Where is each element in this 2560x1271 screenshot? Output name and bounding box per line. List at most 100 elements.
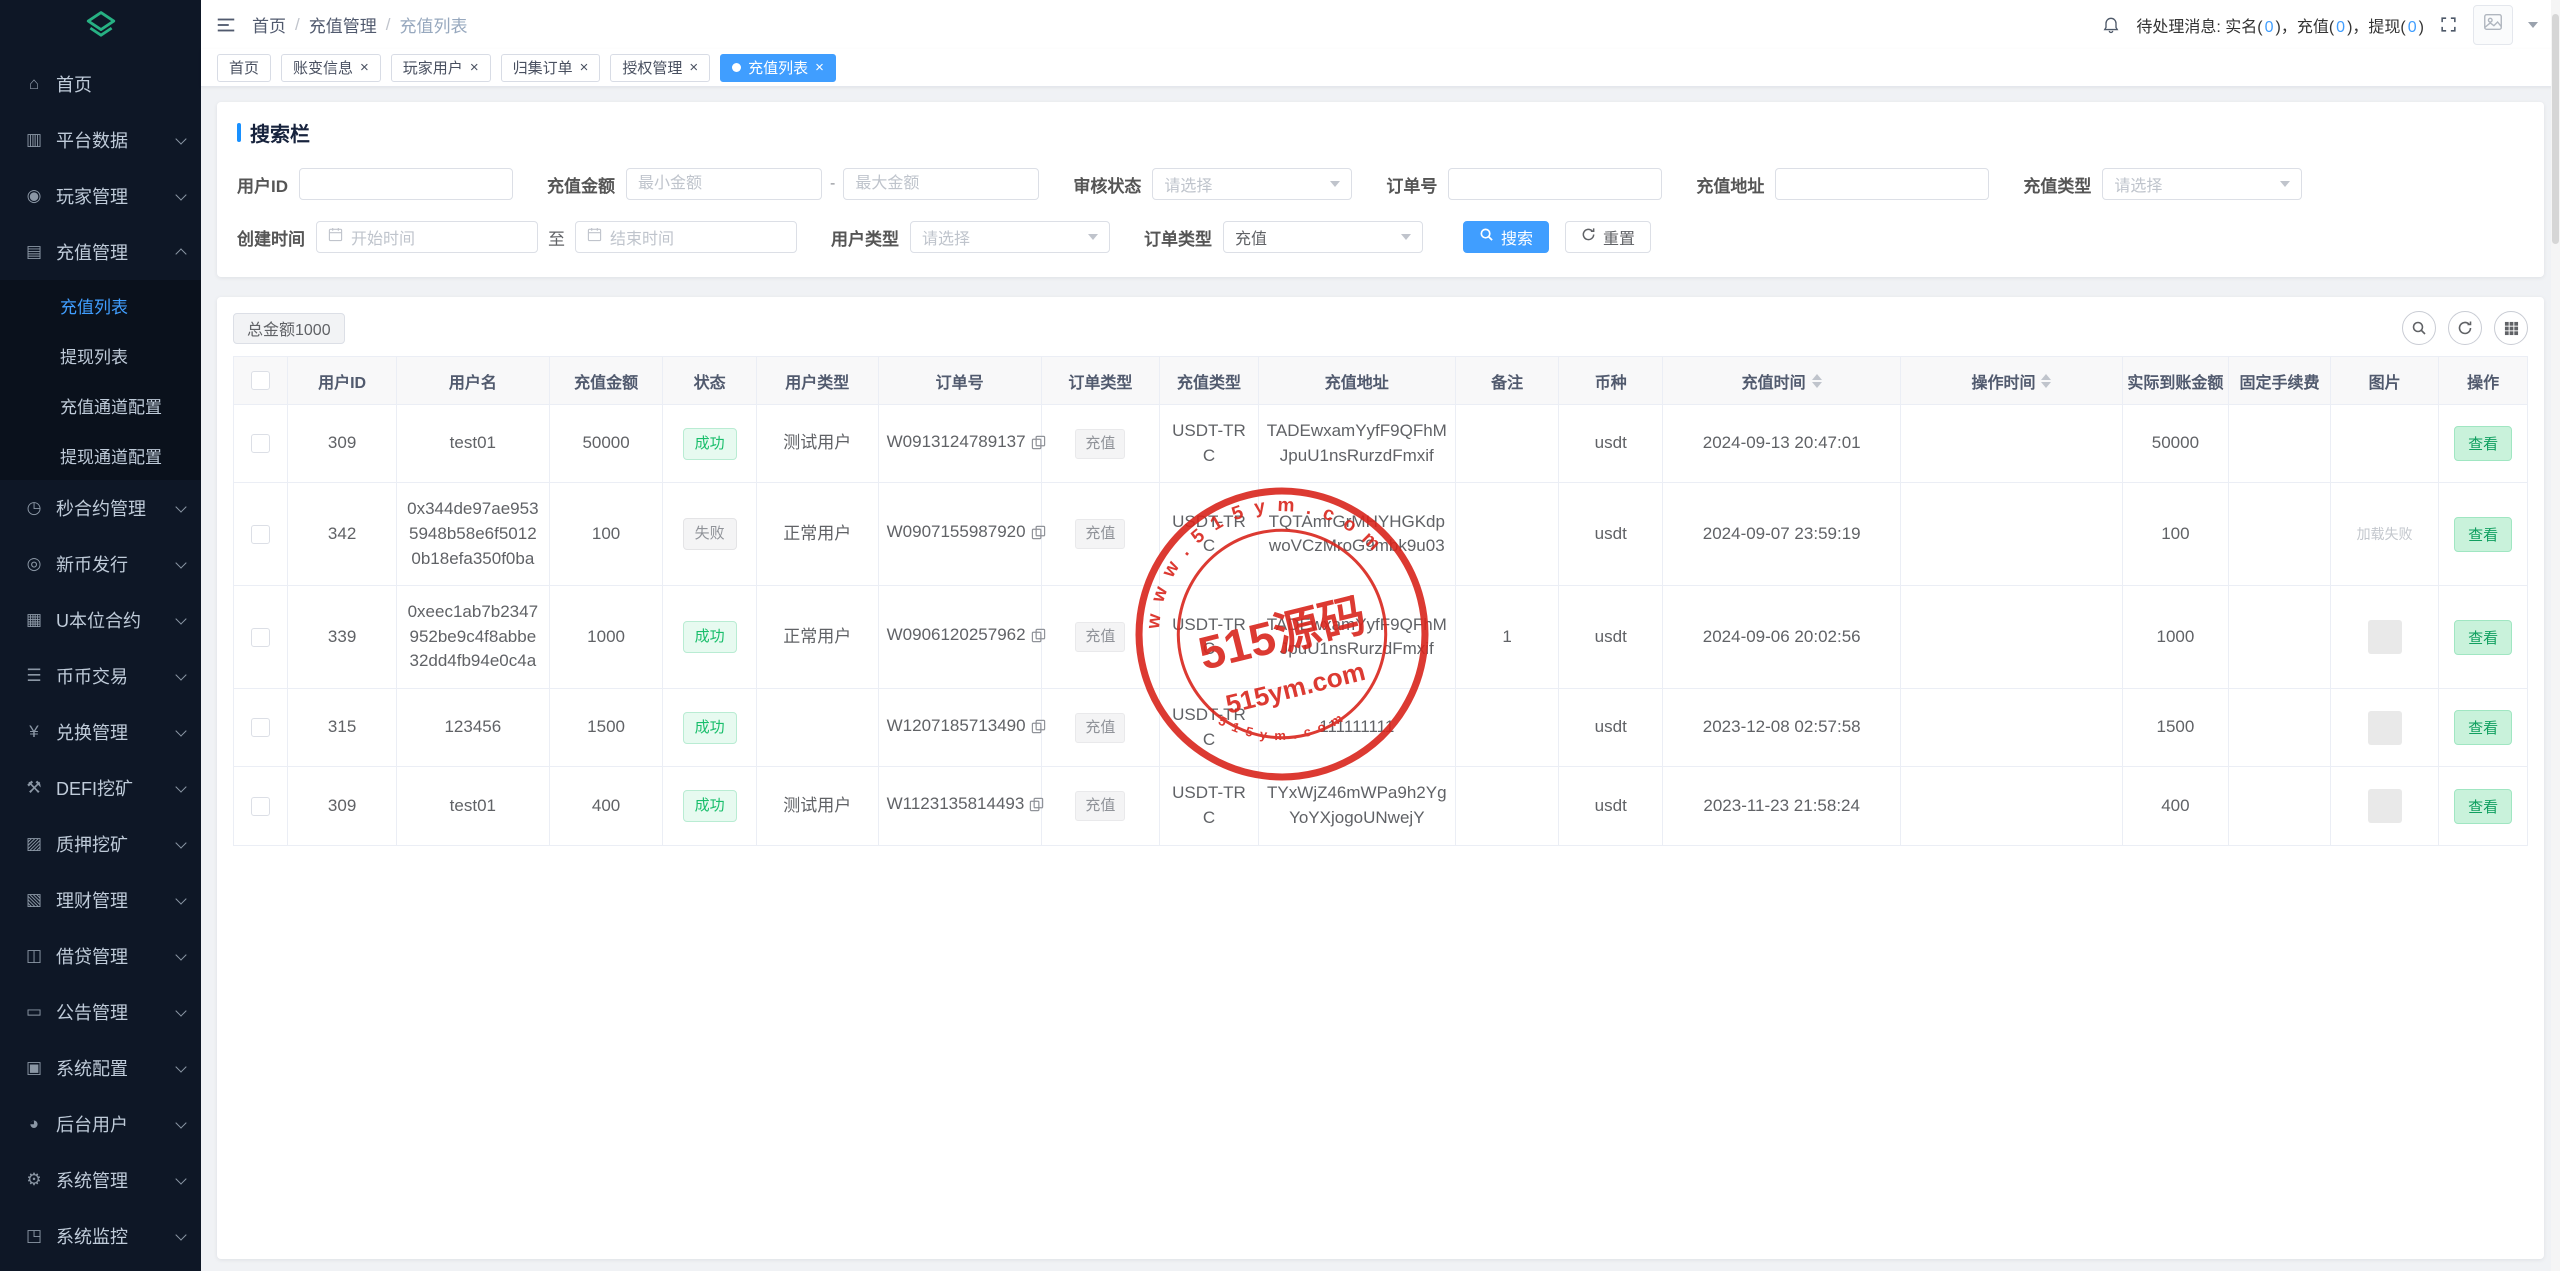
cell-user_id: 309 (288, 405, 397, 483)
image-thumbnail[interactable] (2368, 711, 2402, 745)
row-checkbox[interactable] (251, 718, 270, 737)
row-checkbox[interactable] (251, 797, 270, 816)
view-button[interactable]: 查看 (2454, 710, 2512, 745)
cell-action: 查看 (2439, 767, 2528, 845)
sidebar-item-staking-mining[interactable]: ▨质押挖矿 (0, 816, 201, 872)
copy-icon[interactable] (1031, 626, 1046, 651)
table-header-row: 用户ID用户名充值金额状态用户类型订单号订单类型充值类型充值地址备注币种充值时间… (234, 357, 2528, 405)
tab-recharge-list[interactable]: 充值列表× (720, 54, 836, 82)
tab-home[interactable]: 首页 (217, 54, 271, 82)
tab-player-users[interactable]: 玩家用户× (391, 54, 491, 82)
tab-close-icon[interactable]: × (815, 60, 824, 75)
copy-icon[interactable] (1029, 795, 1044, 820)
order-type-select[interactable]: 充值 (1223, 221, 1423, 253)
tab-close-icon[interactable]: × (580, 60, 589, 75)
user-menu-caret-icon[interactable] (2528, 22, 2538, 28)
tab-close-icon[interactable]: × (689, 60, 698, 75)
sidebar-item-system-management[interactable]: ⚙系统管理 (0, 1152, 201, 1208)
sidebar-item-recharge-channel-config[interactable]: 充值通道配置 (0, 380, 201, 430)
page-scrollbar[interactable] (2551, 0, 2560, 1271)
fullscreen-icon[interactable] (2439, 15, 2458, 34)
sidebar-item-second-contract[interactable]: ◷秒合约管理 (0, 480, 201, 536)
sidebar-item-platform-data[interactable]: ▥平台数据 (0, 112, 201, 168)
recharge-type-select[interactable]: 请选择 (2102, 168, 2302, 200)
create-time-end-input[interactable]: 结束时间 (575, 221, 797, 253)
create-time-start-input[interactable]: 开始时间 (316, 221, 538, 253)
refresh-icon[interactable] (2448, 311, 2482, 345)
sidebar-item-lending-management[interactable]: ◫借贷管理 (0, 928, 201, 984)
select-all-checkbox[interactable] (251, 371, 270, 390)
sort-asc-icon[interactable] (1812, 374, 1822, 380)
sidebar-item-coin-trade[interactable]: ☰币币交易 (0, 648, 201, 704)
sidebar-item-withdraw-channel-config[interactable]: 提现通道配置 (0, 430, 201, 480)
tab-label: 首页 (229, 57, 259, 78)
total-amount-chip[interactable]: 总金额1000 (233, 313, 345, 344)
sort-asc-icon[interactable] (2041, 374, 2051, 380)
tab-close-icon[interactable]: × (470, 60, 479, 75)
cell-recharge_time: 2023-12-08 02:57:58 (1663, 689, 1901, 767)
sidebar-item-home[interactable]: ⌂首页 (0, 56, 201, 112)
image-thumbnail[interactable] (2368, 620, 2402, 654)
column-settings-icon[interactable] (2494, 311, 2528, 345)
column-header-recharge_time[interactable]: 充值时间 (1663, 357, 1901, 405)
user-type-select[interactable]: 请选择 (910, 221, 1110, 253)
row-checkbox[interactable] (251, 628, 270, 647)
view-button[interactable]: 查看 (2454, 620, 2512, 655)
copy-icon[interactable] (1031, 433, 1046, 458)
recharge-amount-max-input[interactable] (843, 168, 1039, 200)
column-label: 用户类型 (785, 369, 849, 393)
collapse-sidebar-icon[interactable] (215, 14, 237, 36)
avatar[interactable] (2473, 5, 2513, 45)
copy-icon[interactable] (1031, 717, 1046, 742)
order-no-input[interactable] (1448, 168, 1662, 200)
toggle-search-icon[interactable] (2402, 311, 2436, 345)
audit-status-select[interactable]: 请选择 (1152, 168, 1352, 200)
sidebar-item-announcement-management[interactable]: ▭公告管理 (0, 984, 201, 1040)
scrollbar-thumb[interactable] (2552, 14, 2559, 244)
app-logo[interactable] (0, 0, 201, 56)
column-header-address: 充值地址 (1258, 357, 1455, 405)
sidebar-item-u-contract[interactable]: ▦U本位合约 (0, 592, 201, 648)
row-checkbox[interactable] (251, 525, 270, 544)
sidebar-item-defi-mining[interactable]: ⚒DEFI挖矿 (0, 760, 201, 816)
breadcrumb-item[interactable]: 充值管理 (309, 12, 377, 37)
user-id-label: 用户ID (237, 172, 288, 197)
notification-bell-icon[interactable] (2101, 15, 2121, 35)
user-id-input[interactable] (299, 168, 513, 200)
breadcrumb-item[interactable]: 充值列表 (399, 12, 467, 37)
breadcrumb-item[interactable]: 首页 (252, 12, 286, 37)
recharge-amount-min-input[interactable] (626, 168, 822, 200)
recharge-address-input[interactable] (1775, 168, 1989, 200)
sort-desc-icon[interactable] (1812, 382, 1822, 388)
column-header-operate_time[interactable]: 操作时间 (1901, 357, 2122, 405)
sidebar-item-recharge-list[interactable]: 充值列表 (0, 280, 201, 330)
cell-image (2330, 767, 2439, 845)
image-thumbnail[interactable] (2368, 789, 2402, 823)
sidebar-item-recharge-management[interactable]: ▤充值管理 (0, 224, 201, 280)
sort-desc-icon[interactable] (2041, 382, 2051, 388)
copy-icon[interactable] (1031, 523, 1046, 548)
view-button[interactable]: 查看 (2454, 426, 2512, 461)
top-bar: 首页/充值管理/充值列表 待处理消息: 实名(0)，充值(0)，提现(0) (201, 0, 2560, 49)
sidebar-item-withdraw-list[interactable]: 提现列表 (0, 330, 201, 380)
sidebar-item-player-management[interactable]: ◉玩家管理 (0, 168, 201, 224)
sidebar-item-exchange-management[interactable]: ¥兑换管理 (0, 704, 201, 760)
view-button[interactable]: 查看 (2454, 789, 2512, 824)
sidebar-item-backend-users[interactable]: ◕后台用户 (0, 1096, 201, 1152)
sidebar-item-system-monitor[interactable]: ◳系统监控 (0, 1208, 201, 1264)
sidebar-item-finance-management[interactable]: ▧理财管理 (0, 872, 201, 928)
tab-account-change[interactable]: 账变信息× (281, 54, 381, 82)
tab-collection-orders[interactable]: 归集订单× (501, 54, 601, 82)
tab-auth-management[interactable]: 授权管理× (610, 54, 710, 82)
reset-button[interactable]: 重置 (1565, 221, 1651, 253)
view-button[interactable]: 查看 (2454, 517, 2512, 552)
search-panel: 搜索栏 用户ID充值金额-审核状态请选择订单号充值地址充值类型请选择 创建时间开… (217, 102, 2544, 277)
sidebar-item-new-coin[interactable]: ◎新币发行 (0, 536, 201, 592)
sidebar-item-system-config[interactable]: ▣系统配置 (0, 1040, 201, 1096)
row-checkbox[interactable] (251, 434, 270, 453)
tab-close-icon[interactable]: × (360, 60, 369, 75)
sort-icons[interactable] (2041, 374, 2051, 388)
main-content: 搜索栏 用户ID充值金额-审核状态请选择订单号充值地址充值类型请选择 创建时间开… (201, 87, 2560, 1271)
search-button[interactable]: 搜索 (1463, 221, 1549, 253)
sort-icons[interactable] (1812, 374, 1822, 388)
